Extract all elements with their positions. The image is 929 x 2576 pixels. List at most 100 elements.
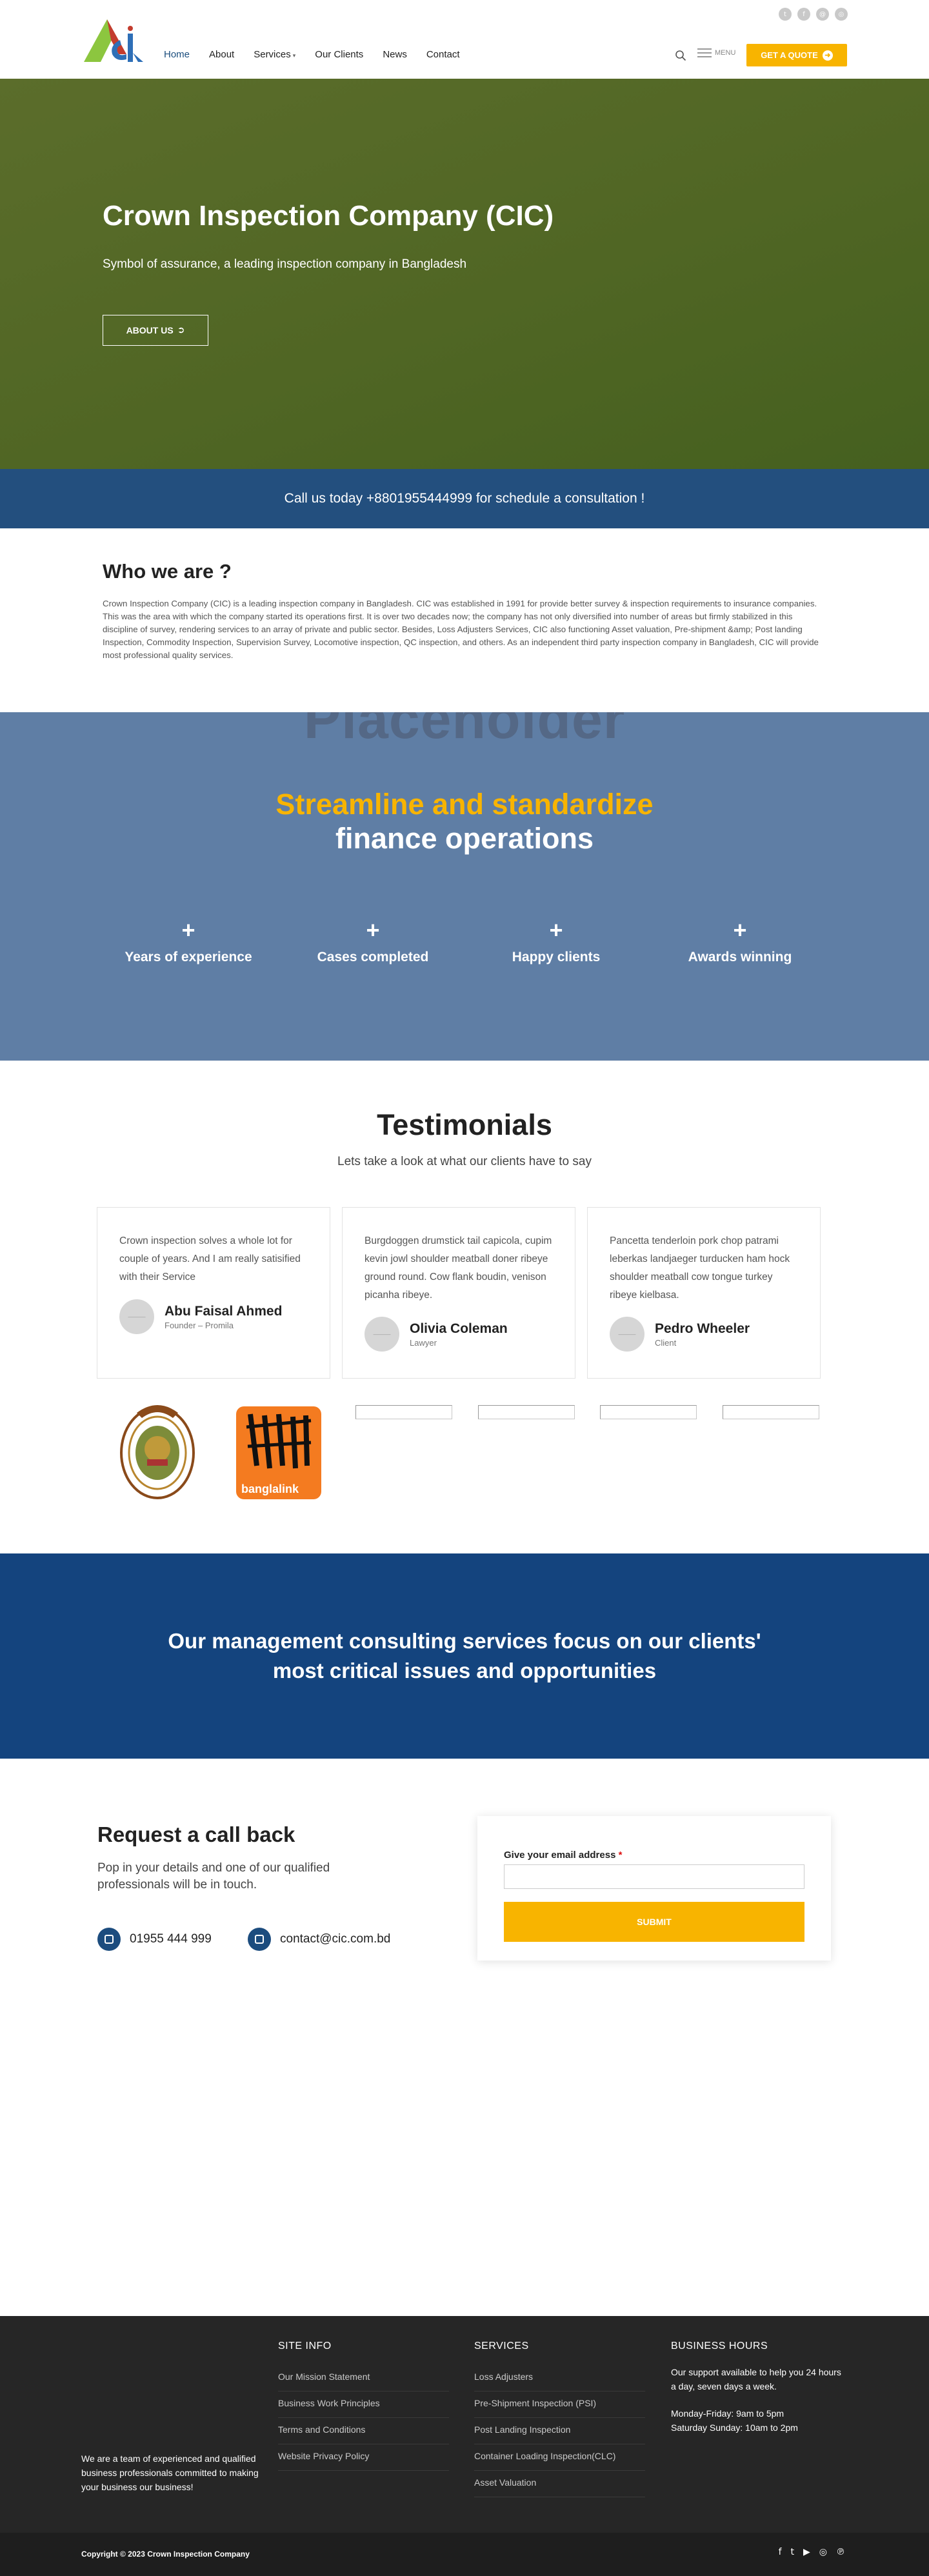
copyright-bar: Copyright © 2023 Crown Inspection Compan… — [0, 2533, 929, 2576]
footer-link[interactable]: Website Privacy Policy — [278, 2444, 449, 2471]
email-address: contact@cic.com.bd — [280, 1932, 391, 1946]
who-we-are-title: Who we are ? — [103, 560, 232, 583]
hours-weekend: Saturday Sunday: 10am to 2pm — [671, 2422, 798, 2433]
footer-business-hours: BUSINESS HOURS Our support available to … — [671, 2341, 842, 2435]
call-bar: Call us today +8801955444999 for schedul… — [0, 469, 929, 528]
stats-headline-highlight: Streamline and standardize — [275, 788, 654, 821]
testimonials-title: Testimonials — [377, 1108, 552, 1141]
youtube-icon[interactable]: ▶ — [803, 2547, 810, 2557]
footer-link[interactable]: Loss Adjusters — [474, 2365, 645, 2391]
footer-link[interactable]: Business Work Principles — [278, 2391, 449, 2418]
footer-link[interactable]: Our Mission Statement — [278, 2365, 449, 2391]
plus-icon: + — [181, 917, 195, 943]
email-contact[interactable]: contact@cic.com.bd — [248, 1928, 390, 1951]
nav-about[interactable]: About — [209, 49, 234, 60]
footer-about-text: We are a team of experienced and qualifi… — [81, 2453, 259, 2492]
author-role: Client — [655, 1337, 677, 1348]
pinterest-icon[interactable]: ℗ — [836, 2547, 845, 2557]
about-us-label: ABOUT US — [126, 325, 174, 335]
client-logo-seal — [120, 1405, 195, 1499]
instagram-icon[interactable]: ◎ — [835, 8, 848, 21]
get-a-quote-button[interactable]: GET A QUOTE ➜ — [746, 44, 847, 66]
footer-link[interactable]: Asset Valuation — [474, 2471, 645, 2497]
arrow-right-icon: ➜ — [822, 50, 833, 61]
facebook-icon[interactable]: f — [797, 8, 810, 21]
footer-link[interactable]: Post Landing Inspection — [474, 2418, 645, 2444]
client-logo-placeholder — [478, 1405, 575, 1419]
header-social-links: t f @ ◎ — [779, 8, 848, 21]
hero-title: Crown Inspection Company (CIC) — [103, 200, 554, 232]
author-name: Olivia Coleman — [410, 1321, 508, 1336]
email-icon[interactable]: @ — [816, 8, 829, 21]
ghost-placeholder-text: Placeholder — [303, 712, 626, 750]
client-logo-placeholder — [723, 1405, 819, 1419]
nav-home[interactable]: Home — [164, 49, 190, 60]
main-nav: Home About Services ▾ Our Clients News Co… — [164, 49, 460, 60]
testimonial-author: ——— Pedro Wheeler Client — [610, 1317, 750, 1352]
footer-link[interactable]: Terms and Conditions — [278, 2418, 449, 2444]
email-field[interactable] — [504, 1864, 804, 1889]
testimonial-quote: Burgdoggen drumstick tail capicola, cupi… — [365, 1235, 552, 1301]
cic-logo[interactable] — [81, 14, 146, 66]
client-logo-placeholder — [600, 1405, 697, 1419]
author-role: Lawyer — [410, 1337, 437, 1348]
testimonial-card: Burgdoggen drumstick tail capicola, cupi… — [342, 1207, 575, 1379]
plus-icon: + — [549, 917, 563, 943]
footer-site-info: SITE INFO Our Mission Statement Business… — [278, 2341, 449, 2471]
stat-label: Awards winning — [688, 950, 792, 964]
stats-headline: finance operations — [335, 822, 594, 855]
stats-section: Placeholder Streamline and standardize f… — [0, 712, 929, 1061]
submit-button[interactable]: SUBMIT — [504, 1902, 804, 1942]
site-header: t f @ ◎ Home About Services ▾ Our Clients… — [0, 0, 929, 79]
banglalink-wordmark: banglalink — [241, 1483, 299, 1495]
nav-services[interactable]: Services ▾ — [254, 49, 295, 60]
avatar: ——— — [365, 1317, 399, 1352]
hours-description: Our support available to help you 24 hou… — [671, 2367, 841, 2391]
callback-form: Give your email address * SUBMIT — [477, 1816, 831, 1961]
avatar: ——— — [119, 1299, 154, 1334]
hero-subtitle: Symbol of assurance, a leading inspectio… — [103, 257, 467, 271]
hamburger-icon — [697, 48, 712, 57]
email-icon — [248, 1928, 271, 1951]
site-footer: We are a team of experienced and qualifi… — [0, 2316, 929, 2533]
footer-column-title: BUSINESS HOURS — [671, 2341, 768, 2351]
phone-number: 01955 444 999 — [130, 1932, 212, 1946]
request-callback-title: Request a call back — [97, 1822, 295, 1846]
stat-label: Happy clients — [512, 950, 601, 964]
page: t f @ ◎ Home About Services ▾ Our Clients… — [0, 0, 929, 2576]
stat-label: Years of experience — [125, 950, 252, 964]
nav-contact[interactable]: Contact — [426, 49, 460, 60]
consulting-banner-text: Our management consulting services focus… — [168, 1629, 761, 1682]
circle-arrow-icon: ➲ — [177, 325, 185, 335]
menu-button[interactable]: MENU — [697, 48, 735, 57]
twitter-icon[interactable]: t — [779, 8, 792, 21]
stat-label: Cases completed — [317, 950, 429, 964]
plus-icon: + — [733, 917, 747, 943]
footer-link[interactable]: Pre-Shipment Inspection (PSI) — [474, 2391, 645, 2418]
testimonial-card: Crown inspection solves a whole lot for … — [97, 1207, 330, 1379]
stat-happy-clients: + Happy clients — [472, 919, 640, 965]
hours-weekday: Monday-Friday: 9am to 5pm — [671, 2408, 784, 2419]
email-field-label: Give your email address * — [504, 1850, 623, 1861]
who-we-are-body: Crown Inspection Company (CIC) is a lead… — [103, 599, 819, 660]
nav-services-label: Services — [254, 49, 291, 60]
footer-social-links: f t ▶ ◎ ℗ — [779, 2547, 845, 2557]
avatar: ——— — [610, 1317, 644, 1352]
footer-link[interactable]: Container Loading Inspection(CLC) — [474, 2444, 645, 2471]
about-us-button[interactable]: ABOUT US ➲ — [103, 315, 208, 346]
instagram-icon[interactable]: ◎ — [819, 2547, 827, 2557]
phone-contact[interactable]: 01955 444 999 — [97, 1928, 212, 1951]
copyright-text: Copyright © 2023 Crown Inspection Compan… — [81, 2550, 250, 2559]
testimonials-subtitle: Lets take a look at what our clients hav… — [337, 1155, 592, 1168]
footer-column-title: SERVICES — [474, 2341, 529, 2351]
search-icon[interactable] — [675, 50, 686, 61]
testimonial-quote: Pancetta tenderloin pork chop patrami le… — [610, 1235, 790, 1301]
twitter-icon[interactable]: t — [791, 2547, 795, 2557]
chevron-down-icon: ▾ — [292, 53, 296, 59]
nav-our-clients[interactable]: Our Clients — [315, 49, 363, 60]
facebook-icon[interactable]: f — [779, 2547, 782, 2557]
stat-years-experience: + Years of experience — [105, 919, 272, 965]
call-bar-text: Call us today +8801955444999 for schedul… — [284, 491, 645, 506]
hero-section: Crown Inspection Company (CIC) Symbol of… — [0, 79, 929, 469]
nav-news[interactable]: News — [383, 49, 407, 60]
